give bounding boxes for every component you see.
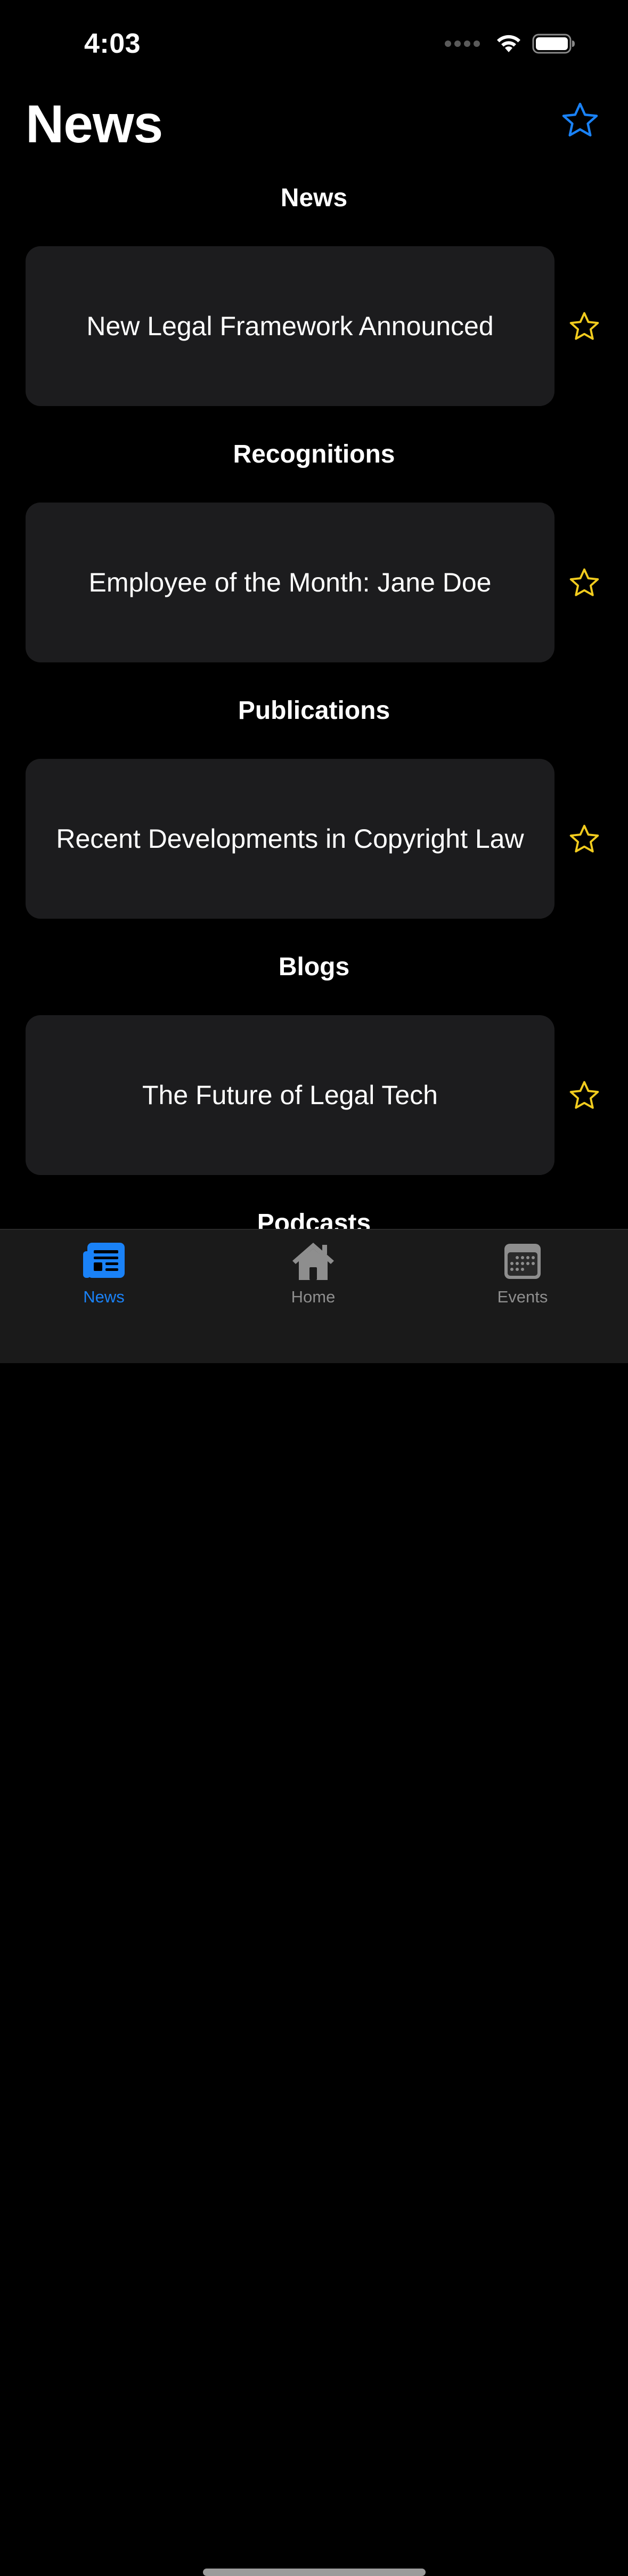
card-title: Employee of the Month: Jane Doe (88, 568, 492, 597)
card-title: New Legal Framework Announced (86, 311, 494, 341)
favorite-star-icon[interactable] (568, 823, 601, 856)
tab-news[interactable]: News (40, 1240, 168, 1319)
card-title: Recent Developments in Copyright Law (56, 824, 524, 854)
newspaper-icon (83, 1243, 125, 1278)
calendar-icon (504, 1244, 541, 1279)
section-recognitions: Recognitions Employee of the Month: Jane… (0, 432, 628, 688)
news-card[interactable]: New Legal Framework Announced (26, 246, 554, 406)
news-card[interactable]: Employee of the Month: Jane Doe (26, 503, 554, 662)
news-card[interactable]: The Future of Legal Tech (26, 1015, 554, 1175)
section-title: News (280, 184, 348, 212)
home-indicator (203, 2569, 426, 2576)
tab-events[interactable]: Events (459, 1240, 586, 1319)
tab-label: Home (291, 1287, 336, 1306)
tab-label: News (83, 1287, 125, 1306)
section-title: Recognitions (233, 440, 395, 468)
status-time: 4:03 (84, 28, 141, 59)
page-title: News (26, 94, 163, 154)
tab-home[interactable]: Home (249, 1240, 377, 1319)
favorite-star-icon[interactable] (568, 1079, 601, 1112)
battery-icon (532, 34, 575, 54)
cellular-signal-icon (445, 40, 480, 47)
page-header: News (0, 91, 628, 165)
section-blogs: Blogs The Future of Legal Tech (0, 945, 628, 1201)
card-title: The Future of Legal Tech (142, 1080, 438, 1110)
favorite-star-icon[interactable] (568, 310, 601, 343)
house-icon (292, 1243, 334, 1280)
status-icons (445, 33, 576, 54)
tab-bar: News Home Events (0, 1229, 628, 2576)
section-news: News New Legal Framework Announced (0, 176, 628, 432)
news-card[interactable]: Recent Developments in Copyright Law (26, 759, 554, 919)
tab-label: Events (497, 1287, 548, 1306)
wifi-icon (497, 35, 520, 52)
section-title: Publications (238, 696, 390, 725)
favorite-star-icon[interactable] (568, 566, 601, 600)
section-publications: Publications Recent Developments in Copy… (0, 688, 628, 945)
star-outline-icon[interactable] (560, 100, 600, 141)
status-bar: 4:03 (0, 0, 628, 91)
section-title: Blogs (278, 953, 350, 981)
